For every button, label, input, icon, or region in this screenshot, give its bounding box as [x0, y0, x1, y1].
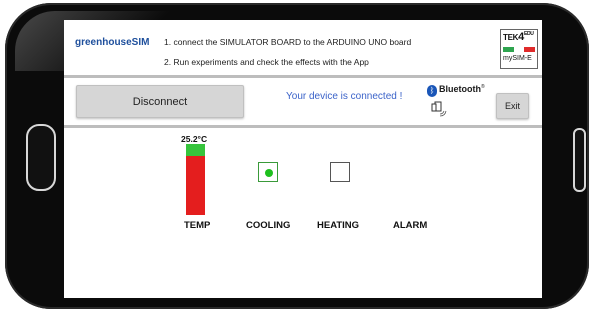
exit-button[interactable]: Exit: [496, 93, 529, 119]
cooling-indicator: [258, 162, 278, 182]
temperature-value: 25.2°C: [181, 134, 208, 144]
bluetooth-icon: ᛒ: [427, 85, 437, 97]
alarm-label: ALARM: [393, 220, 428, 231]
instruction-step-2: 2. Run experiments and check the effects…: [164, 57, 369, 67]
phone-connected-icon: [431, 101, 447, 117]
header-divider: [64, 75, 542, 78]
connection-status: Your device is connected !: [286, 91, 403, 102]
bluetooth-indicator[interactable]: ᛒ Bluetooth®: [427, 84, 485, 122]
brand-logo: TEK4EDU mySIM-E: [500, 29, 538, 69]
heating-label: HEATING: [317, 220, 360, 231]
bluetooth-label: Bluetooth®: [439, 84, 485, 94]
temperature-bar-fill: [186, 144, 205, 156]
flag-stripe-red: [524, 47, 536, 52]
cooling-label: COOLING: [246, 220, 291, 231]
app-title: greenhouseSIM: [75, 37, 150, 48]
temp-label: TEMP: [184, 220, 211, 231]
heating-indicator: [330, 162, 350, 182]
side-button[interactable]: [573, 128, 586, 192]
controls-divider: [64, 125, 542, 128]
logo-brand-text: TEK4EDU: [503, 31, 534, 43]
instruction-step-1: 1. connect the SIMULATOR BOARD to the AR…: [164, 37, 412, 47]
disconnect-button[interactable]: Disconnect: [76, 85, 244, 118]
flag-stripe-green: [503, 47, 514, 52]
flag-stripe-white: [513, 47, 525, 52]
temperature-bar: [186, 144, 205, 215]
app-screen: greenhouseSIM 1. connect the SIMULATOR B…: [64, 20, 542, 298]
home-button[interactable]: [26, 124, 56, 191]
logo-product-text: mySIM-E: [503, 55, 532, 62]
cooling-indicator-dot: [265, 169, 273, 177]
logo-flag: [503, 47, 536, 52]
